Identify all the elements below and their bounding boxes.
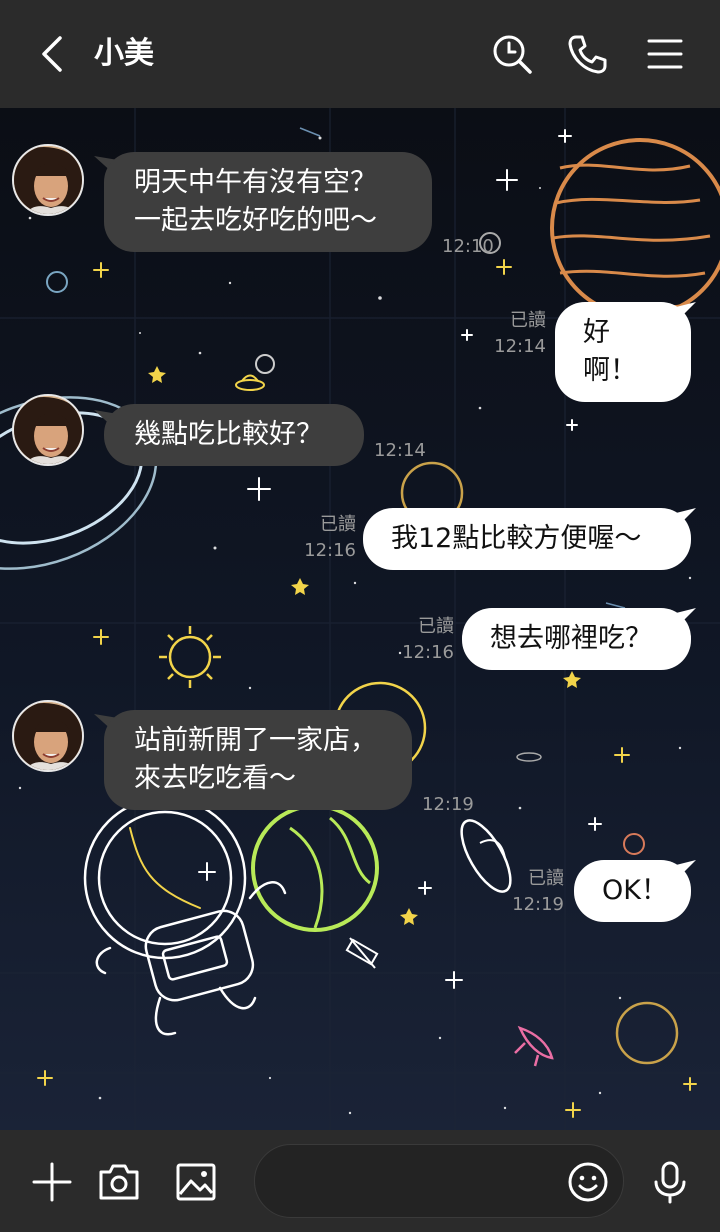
small-planet (46, 271, 68, 293)
striped-planet (615, 1001, 679, 1065)
outgoing-message-bubble[interactable]: 我12點比較方便喔～ (363, 508, 691, 570)
sun-doodle (159, 626, 221, 688)
satellite (345, 937, 379, 969)
message-timestamp: 12:10 (442, 236, 494, 257)
chat-title: 小美 (94, 36, 154, 71)
chat-header: 小美 (0, 0, 720, 108)
message-timestamp: 12:16 (402, 642, 454, 663)
avatar[interactable] (12, 144, 84, 216)
message-composer-bar (0, 1130, 720, 1232)
emoji-icon[interactable] (567, 1161, 609, 1203)
message-input[interactable] (279, 1163, 549, 1201)
message-meta: 已讀 12:14 (480, 308, 546, 360)
image-icon[interactable] (174, 1160, 218, 1204)
avatar[interactable] (12, 700, 84, 772)
message-timestamp: 12:19 (422, 794, 474, 815)
small-planet (623, 833, 645, 855)
camera-icon[interactable] (97, 1160, 141, 1204)
incoming-message-bubble[interactable]: 站前新開了一家店， 來去吃吃看～ (104, 710, 412, 810)
microphone-icon[interactable] (648, 1160, 692, 1204)
message-meta: 已讀 12:16 (290, 512, 356, 564)
outgoing-message-bubble[interactable]: 好啊！ (555, 302, 691, 402)
small-planet (255, 354, 275, 374)
outgoing-message-bubble[interactable]: OK！ (574, 860, 691, 922)
phone-icon[interactable] (565, 32, 609, 76)
message-timestamp: 12:14 (494, 336, 546, 357)
message-timestamp: 12:14 (374, 440, 426, 461)
message-timestamp: 12:19 (512, 894, 564, 915)
message-meta: 已讀 12:16 (388, 614, 454, 666)
read-receipt: 已讀 (320, 514, 356, 535)
outgoing-message-bubble[interactable]: 想去哪裡吃？ (462, 608, 691, 670)
tiny-ringed-planet (516, 752, 542, 762)
green-earth (251, 804, 379, 932)
read-receipt: 已讀 (418, 616, 454, 637)
plus-icon[interactable] (30, 1160, 74, 1204)
message-input-container (254, 1144, 624, 1218)
ufo-small (235, 374, 265, 391)
orange-planet (550, 138, 720, 318)
read-receipt: 已讀 (510, 310, 546, 331)
back-arrow-icon[interactable] (38, 34, 68, 74)
search-icon[interactable] (490, 32, 534, 76)
incoming-message-bubble[interactable]: 明天中午有沒有空？ 一起去吃好吃的吧～ (104, 152, 432, 252)
astronaut (83, 796, 287, 1036)
message-timestamp: 12:16 (304, 540, 356, 561)
avatar[interactable] (12, 394, 84, 466)
incoming-message-bubble[interactable]: 幾點吃比較好？ (104, 404, 364, 466)
read-receipt: 已讀 (528, 868, 564, 889)
message-meta: 已讀 12:19 (498, 866, 564, 918)
chat-area[interactable]: 明天中午有沒有空？ 一起去吃好吃的吧～ 12:10 已讀 12:14 好啊！ 幾… (0, 108, 720, 1130)
pink-rocket (514, 1025, 554, 1067)
menu-icon[interactable] (643, 32, 687, 76)
